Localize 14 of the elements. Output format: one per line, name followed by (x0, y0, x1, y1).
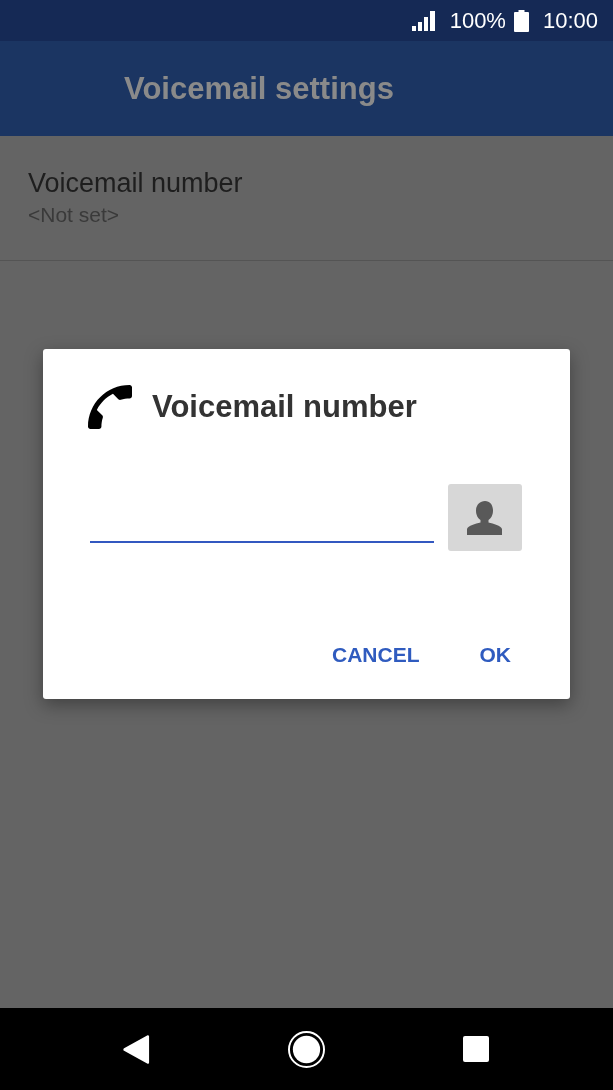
dialog-title: Voicemail number (152, 389, 417, 425)
clock-time: 10:00 (542, 7, 598, 34)
app-title: Voicemail settings (124, 70, 394, 107)
setting-title: Voicemail number (28, 167, 243, 199)
home-icon[interactable] (288, 1030, 325, 1068)
signal-icon (410, 10, 436, 31)
battery-percent: 100% (449, 7, 506, 34)
contact-picker-button[interactable] (448, 484, 522, 551)
back-icon[interactable] (122, 1033, 150, 1065)
person-icon (467, 500, 503, 535)
dialog-button[interactable]: OK (467, 635, 523, 675)
battery-icon (513, 9, 529, 32)
dialog-button[interactable]: CANCEL (320, 635, 432, 675)
phone-icon (88, 385, 132, 429)
